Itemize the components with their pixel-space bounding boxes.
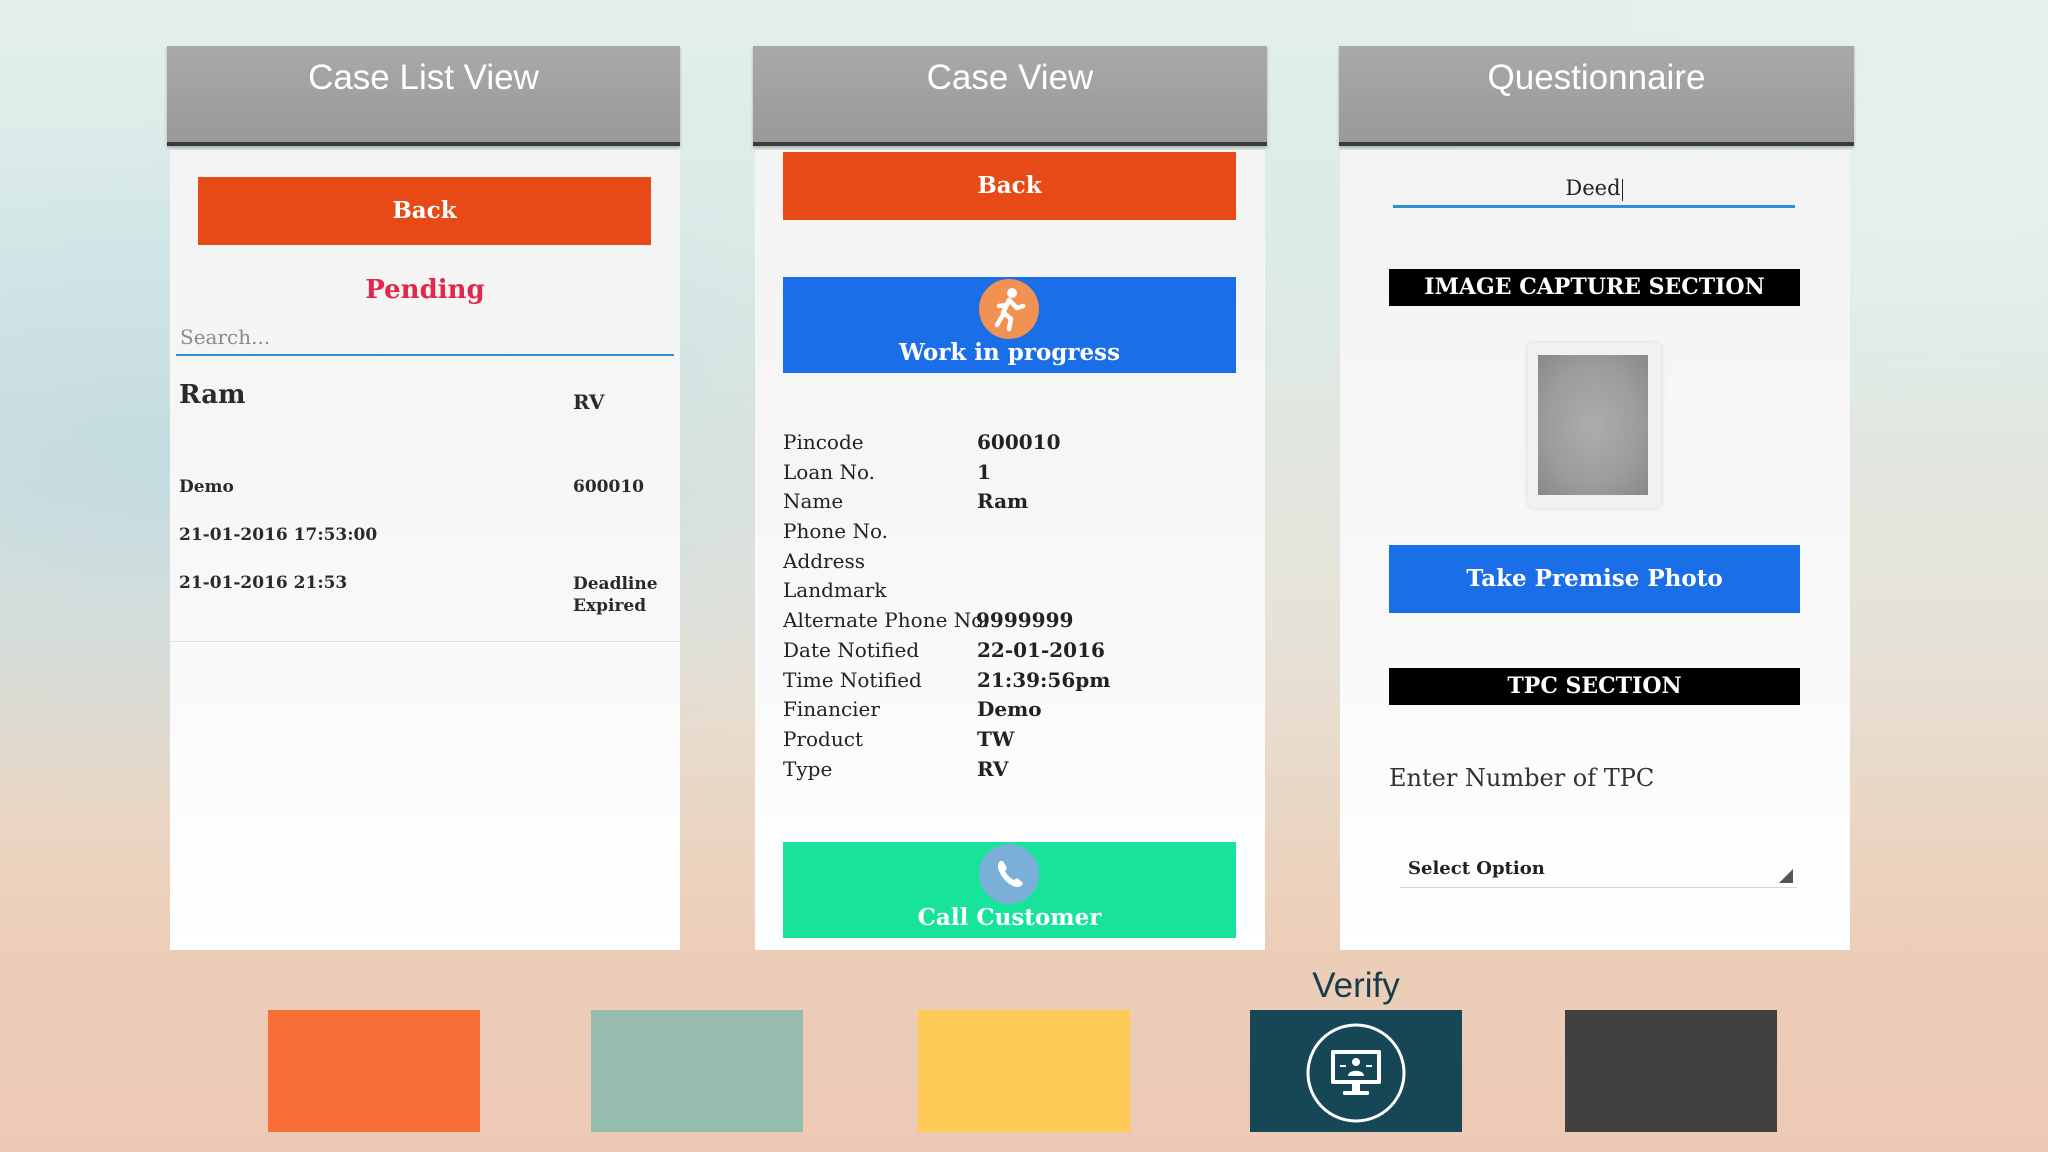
tpc-prompt: Enter Number of TPC xyxy=(1389,764,1655,792)
detail-key: Type xyxy=(783,756,833,781)
panel-title: Case List View xyxy=(308,58,539,97)
detail-key: Loan No. xyxy=(783,459,876,484)
detail-value: 22-01-2016 xyxy=(977,637,1105,662)
search-input[interactable] xyxy=(176,320,674,356)
tile-orange[interactable] xyxy=(268,1010,480,1132)
detail-row: Landmark xyxy=(783,578,1243,608)
detail-row: Alternate Phone No. 9999999 xyxy=(783,608,1243,638)
detail-value: 9999999 xyxy=(976,608,1074,633)
case-view-screen: Back Work in progress Pincode 600010 Loan… xyxy=(755,150,1265,950)
pending-heading: Pending xyxy=(365,275,485,305)
document-type-value: Deed xyxy=(1565,176,1621,200)
back-button[interactable]: Back xyxy=(198,177,651,245)
detail-key: Alternate Phone No. xyxy=(783,608,990,633)
detail-value: 600010 xyxy=(977,430,1061,454)
phone-icon xyxy=(979,844,1039,904)
case-notified-datetime: 21-01-2016 17:53:00 xyxy=(179,525,378,545)
verify-label: Verify xyxy=(1312,966,1400,1005)
case-list-view-header: Case List View xyxy=(167,46,680,146)
detail-key: Address xyxy=(783,548,865,573)
panel-title: Questionnaire xyxy=(1487,58,1706,97)
call-customer-button[interactable]: Call Customer xyxy=(783,842,1236,938)
case-name: Ram xyxy=(179,380,246,410)
tile-verify[interactable] xyxy=(1250,1010,1462,1132)
detail-row: Date Notified 22-01-2016 xyxy=(783,638,1243,668)
photo-placeholder xyxy=(1538,355,1648,495)
detail-key: Date Notified xyxy=(783,637,920,662)
detail-row: Financier Demo xyxy=(783,697,1243,727)
questionnaire-screen: Deed IMAGE CAPTURE SECTION Take Premise … xyxy=(1340,150,1850,950)
detail-value: Demo xyxy=(977,697,1042,722)
deadline-status: Deadline Expired xyxy=(573,574,658,616)
tile-charcoal[interactable] xyxy=(1565,1010,1777,1132)
tile-sage[interactable] xyxy=(591,1010,803,1132)
dropdown-arrow-icon xyxy=(1779,869,1793,883)
call-customer-label: Call Customer xyxy=(917,904,1102,931)
case-financier: Demo xyxy=(179,477,234,497)
case-list-item[interactable]: Ram RV Demo 600010 21-01-2016 17:53:00 2… xyxy=(170,365,680,795)
item-divider xyxy=(170,641,680,642)
detail-key: Product xyxy=(783,726,863,751)
premise-photo-thumbnail[interactable] xyxy=(1528,343,1661,508)
detail-value: RV xyxy=(977,756,1009,781)
detail-key: Time Notified xyxy=(783,667,922,692)
detail-row: Product TW xyxy=(783,727,1243,757)
image-capture-section-header: IMAGE CAPTURE SECTION xyxy=(1389,269,1800,306)
tpc-select-value: Select Option xyxy=(1408,858,1545,879)
detail-key: Financier xyxy=(783,697,880,722)
tpc-select[interactable]: Select Option xyxy=(1400,854,1797,888)
detail-row: Loan No. 1 xyxy=(783,460,1243,490)
running-person-icon xyxy=(979,279,1039,339)
detail-value: 1 xyxy=(977,459,991,484)
detail-key: Phone No. xyxy=(783,519,888,544)
detail-row: Pincode 600010 xyxy=(783,430,1243,460)
case-view-header: Case View xyxy=(753,46,1267,146)
document-type-field[interactable]: Deed xyxy=(1393,170,1795,208)
detail-row: Name Ram xyxy=(783,489,1243,519)
questionnaire-header: Questionnaire xyxy=(1339,46,1854,146)
back-button[interactable]: Back xyxy=(783,152,1236,220)
detail-row: Phone No. xyxy=(783,519,1243,549)
monitor-user-icon xyxy=(1303,1020,1409,1126)
tile-yellow[interactable] xyxy=(918,1010,1130,1132)
work-in-progress-button[interactable]: Work in progress xyxy=(783,277,1236,373)
detail-row: Time Notified 21:39:56pm xyxy=(783,668,1243,698)
detail-row: Type RV xyxy=(783,757,1243,787)
case-type: RV xyxy=(573,390,605,414)
case-deadline-datetime: 21-01-2016 21:53 xyxy=(179,573,348,593)
detail-row: Address xyxy=(783,549,1243,579)
detail-value: Ram xyxy=(977,489,1029,514)
detail-key: Name xyxy=(783,489,844,514)
case-pincode: 600010 xyxy=(573,477,644,497)
case-list-screen: Back Pending Ram RV Demo 600010 21-01-20… xyxy=(170,150,680,950)
detail-key: Pincode xyxy=(783,430,864,454)
detail-value: TW xyxy=(977,726,1015,751)
case-details: Pincode 600010 Loan No. 1 Name Ram Phone No… xyxy=(783,430,1243,786)
detail-key: Landmark xyxy=(783,578,887,603)
detail-value: 21:39:56pm xyxy=(977,667,1111,692)
panel-title: Case View xyxy=(926,58,1094,97)
take-premise-photo-button[interactable]: Take Premise Photo xyxy=(1389,545,1800,613)
work-in-progress-label: Work in progress xyxy=(898,339,1121,366)
text-caret xyxy=(1621,178,1623,201)
tpc-section-header: TPC SECTION xyxy=(1389,668,1800,705)
